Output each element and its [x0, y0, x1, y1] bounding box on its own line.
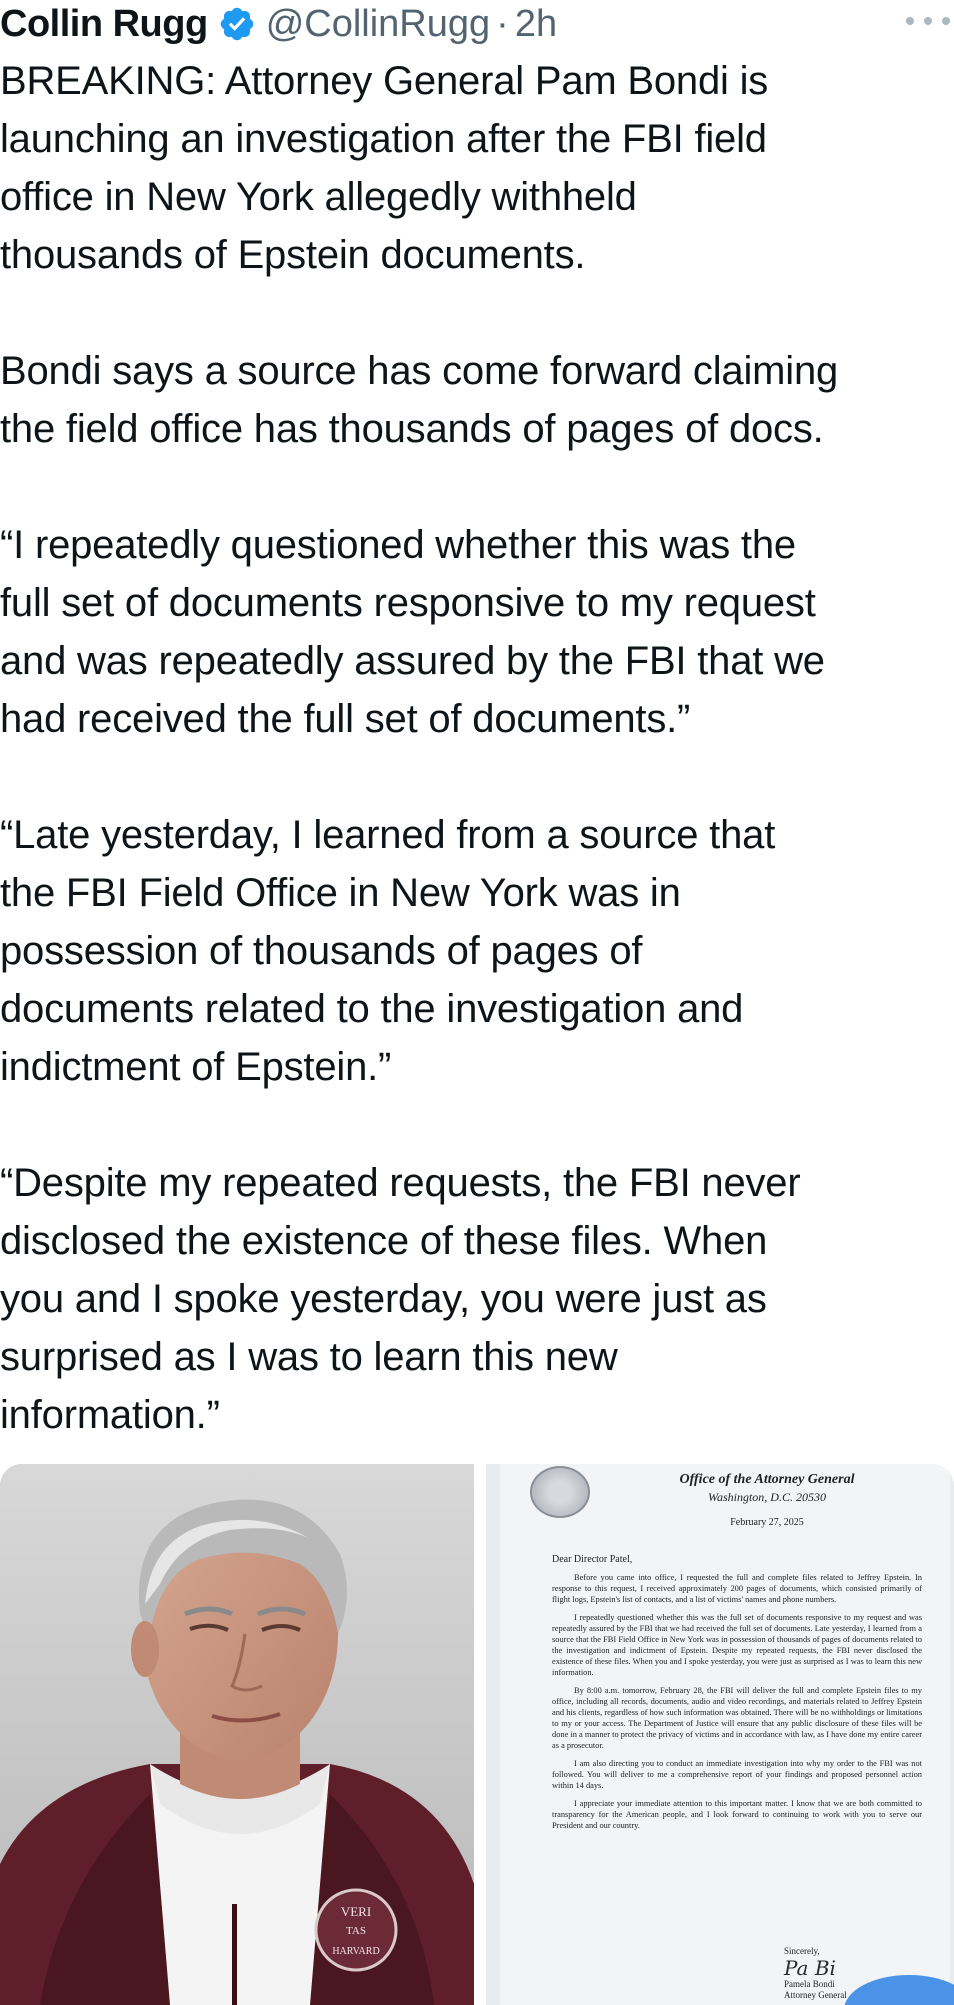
photo-letter[interactable]: Office of the Attorney General Washingto… [486, 1464, 954, 2005]
doj-seal-icon [530, 1466, 590, 1518]
letter-paragraph: Before you came into office, I requested… [552, 1573, 922, 1604]
letter-paragraph: I repeatedly questioned whether this was… [552, 1613, 922, 1677]
signature-mark: Pa Bi [784, 1956, 836, 1980]
verified-badge-icon [220, 7, 253, 41]
letter-salutation: Dear Director Patel, [552, 1554, 633, 1565]
portrait-illustration: VERI TAS HARVARD [0, 1464, 474, 2005]
author-handle[interactable]: @CollinRugg [266, 2, 490, 46]
letter-date: February 27, 2025 [730, 1517, 804, 1528]
letter-office: Office of the Attorney General [679, 1472, 855, 1487]
tweet-header: Collin Rugg @CollinRugg · 2h [0, 0, 954, 48]
photo-epstein[interactable]: VERI TAS HARVARD [0, 1464, 474, 2005]
letter-signer-name: Pamela Bondi [784, 1979, 835, 1989]
timestamp[interactable]: 2h [515, 2, 557, 46]
tweet-text: BREAKING: Attorney General Pam Bondi is … [0, 52, 954, 1502]
separator-dot: · [496, 3, 509, 45]
letter-page: Office of the Attorney General Washingto… [500, 1464, 950, 2005]
letter-paragraph: I appreciate your immediate attention to… [552, 1799, 922, 1830]
more-options-icon[interactable] [906, 14, 950, 28]
tweet-paragraph: BREAKING: Attorney General Pam Bondi is … [0, 59, 769, 277]
tweet-paragraph: Bondi says a source has come forward cla… [0, 349, 839, 451]
tweet-paragraph: “Despite my repeated requests, the FBI n… [0, 1161, 801, 1437]
letter-signer-title: Attorney General [784, 1990, 847, 2000]
tweet-paragraph: “Late yesterday, I learned from a source… [0, 813, 776, 1089]
emblem-text: TAS [346, 1925, 366, 1937]
letter-paragraph: I am also directing you to conduct an im… [552, 1759, 922, 1790]
emblem-text: HARVARD [332, 1946, 379, 1957]
media-grid: VERI TAS HARVARD Office of the Attorney … [0, 1464, 954, 2005]
letter-signature-block: Sincerely, Pa Bi Pamela Bondi Attorney G… [784, 1946, 847, 2001]
tweet-paragraph: “I repeatedly questioned whether this wa… [0, 523, 825, 741]
letter-paragraph: By 8:00 a.m. tomorrow, February 28, the … [552, 1686, 922, 1750]
author-name[interactable]: Collin Rugg [0, 2, 208, 46]
emblem-text: VERI [341, 1904, 371, 1919]
letter-address: Washington, D.C. 20530 [708, 1490, 826, 1504]
